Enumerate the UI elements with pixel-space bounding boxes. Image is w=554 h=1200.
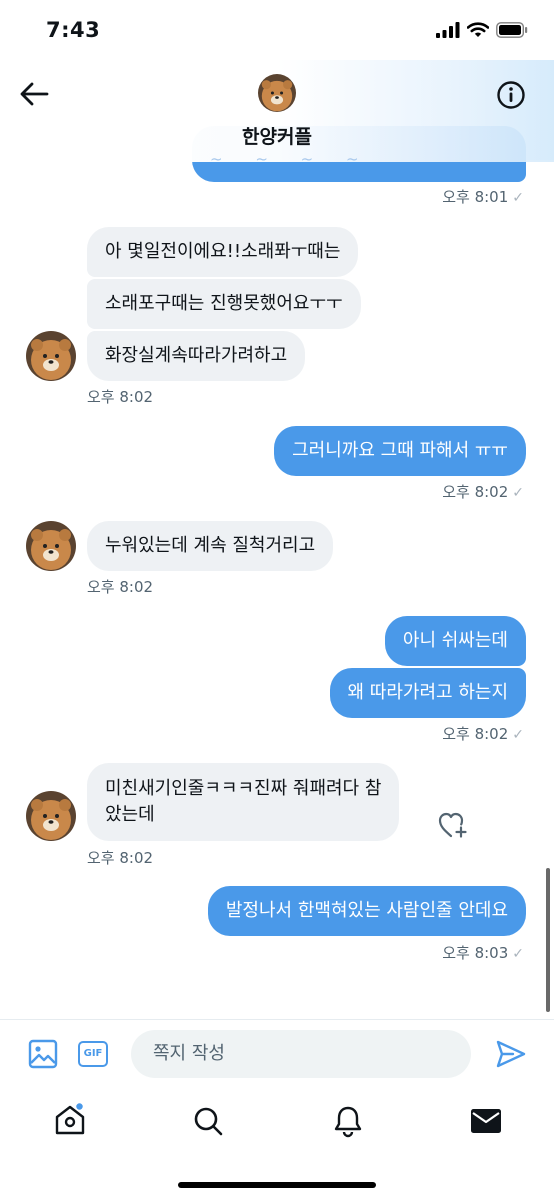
message-text: 화장실계속따라가려하고	[105, 345, 288, 366]
info-icon[interactable]	[496, 80, 526, 110]
message-bubble-incoming[interactable]: 미친새기인줄ㅋㅋㅋ진짜 줘패려다 참 았는데	[87, 763, 400, 841]
bear-avatar-image	[26, 521, 76, 571]
avatar[interactable]	[258, 74, 296, 112]
home-indicator	[178, 1182, 376, 1188]
heart-plus-icon[interactable]	[438, 811, 468, 839]
timestamp-text: 오후 8:03	[442, 944, 509, 962]
message-timestamp: 오후 8:02	[87, 849, 154, 867]
arrow-left-icon[interactable]	[18, 80, 50, 108]
message-bubble-outgoing[interactable]: 왜 따라가려고 하는지	[329, 668, 526, 718]
check-icon: ✓	[512, 190, 524, 206]
message-text: 아 몇일전이에요!!소래퐈ㅜ때는	[105, 241, 341, 262]
message-bubble-outgoing[interactable]: 그러니까요 그때 파해서 ㅠㅠ	[274, 426, 526, 476]
message-bubble-incoming[interactable]: 아 몇일전이에요!!소래퐈ㅜ때는	[87, 227, 359, 277]
timestamp-text: 오후 8:01	[442, 188, 509, 206]
message-timestamp: 오후 8:02	[87, 578, 154, 596]
message-text: 았는데	[105, 804, 155, 825]
message-bubble-outgoing[interactable]: 발정나서 한맥혀있는 사람인줄 안데요	[207, 886, 526, 936]
scrollbar[interactable]	[546, 868, 550, 1012]
signal-icon	[436, 22, 460, 38]
search-icon[interactable]	[192, 1105, 224, 1137]
status-icons	[436, 22, 528, 38]
home-icon[interactable]	[53, 1102, 87, 1136]
message-text: 누워있는데 계속 질척거리고	[105, 535, 316, 556]
check-icon: ✓	[512, 727, 524, 743]
message-timestamp: 오후 8:01 ✓	[442, 186, 524, 207]
composer-divider	[0, 1019, 554, 1020]
battery-icon	[496, 22, 528, 38]
check-icon: ✓	[512, 485, 524, 501]
message-timestamp: 오후 8:02 ✓	[442, 723, 524, 744]
avatar[interactable]	[26, 331, 76, 381]
message-timestamp: 오후 8:02	[87, 388, 154, 406]
message-text: 소래포구때는 진행못했어요ㅜㅜ	[105, 293, 343, 314]
status-time: 7:43	[46, 18, 101, 42]
bear-avatar-image	[26, 331, 76, 381]
bear-avatar-image	[26, 791, 76, 841]
header-partial-text: ~ ~ ~ ~	[210, 150, 373, 168]
bear-avatar-image	[258, 74, 296, 112]
message-text: 아니 쉬싸는데	[402, 630, 508, 651]
wifi-icon	[467, 22, 489, 37]
bell-icon[interactable]	[332, 1104, 364, 1138]
timestamp-text: 오후 8:02	[442, 483, 509, 501]
message-text: 미친새기인줄ㅋㅋㅋ진짜 줘패려다 참	[105, 778, 382, 799]
message-bubble-incoming[interactable]: 화장실계속따라가려하고	[87, 331, 306, 381]
check-icon: ✓	[512, 946, 524, 962]
message-text: 왜 따라가려고 하는지	[347, 682, 508, 703]
message-bubble-incoming[interactable]: 누워있는데 계속 질척거리고	[87, 521, 334, 571]
message-text: 발정나서 한맥혀있는 사람인줄 안데요	[225, 900, 508, 921]
avatar[interactable]	[26, 521, 76, 571]
avatar[interactable]	[26, 791, 76, 841]
mail-icon[interactable]	[470, 1108, 502, 1134]
gif-icon[interactable]: GIF	[78, 1041, 108, 1067]
message-input[interactable]: 쪽지 작성	[131, 1030, 471, 1078]
message-timestamp: 오후 8:02 ✓	[442, 481, 524, 502]
message-bubble-outgoing[interactable]: 아니 쉬싸는데	[384, 616, 526, 666]
message-text: 그러니까요 그때 파해서 ㅠㅠ	[292, 440, 508, 461]
image-icon[interactable]	[28, 1039, 58, 1069]
message-bubble-incoming[interactable]: 소래포구때는 진행못했어요ㅜㅜ	[87, 279, 361, 329]
timestamp-text: 오후 8:02	[442, 725, 509, 743]
conversation-title[interactable]: 한양커플	[0, 122, 554, 149]
message-timestamp: 오후 8:03 ✓	[442, 942, 524, 963]
send-icon[interactable]	[495, 1039, 527, 1069]
